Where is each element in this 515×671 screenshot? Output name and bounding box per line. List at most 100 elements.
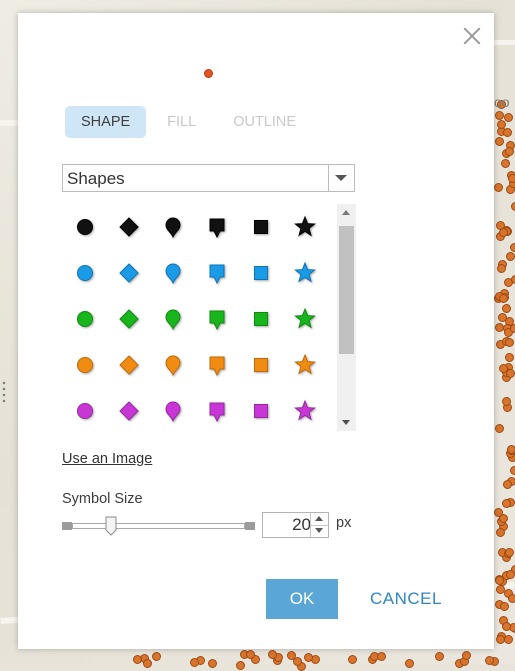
map-point-marker xyxy=(497,264,507,274)
scroll-thumb[interactable] xyxy=(339,226,354,354)
close-icon[interactable] xyxy=(461,25,483,47)
map-point-marker xyxy=(495,111,505,121)
green-callout-symbol-icon[interactable] xyxy=(202,304,232,334)
orange-circle-symbol-icon[interactable] xyxy=(70,350,100,380)
black-circle-symbol-icon[interactable] xyxy=(70,212,100,242)
map-point-marker xyxy=(245,650,255,660)
symbol-row-black xyxy=(62,204,338,250)
map-point-marker xyxy=(435,652,445,662)
tab-fill[interactable]: FILL xyxy=(151,106,212,138)
green-star-symbol-icon[interactable] xyxy=(290,304,320,334)
map-point-marker xyxy=(506,445,515,455)
map-point-marker xyxy=(504,338,514,348)
symbol-chooser-dialog: SHAPE FILL OUTLINE Shapes Use an Image S… xyxy=(18,13,494,649)
map-point-marker xyxy=(462,651,472,661)
map-point-marker xyxy=(505,547,515,557)
green-pin-symbol-icon[interactable] xyxy=(158,304,188,334)
map-point-marker xyxy=(502,128,512,138)
orange-pin-symbol-icon[interactable] xyxy=(158,350,188,380)
symbol-size-input[interactable] xyxy=(263,513,313,537)
symbol-size-slider[interactable] xyxy=(62,516,255,538)
map-point-marker xyxy=(505,369,515,379)
purple-square-symbol-icon[interactable] xyxy=(246,396,276,426)
blue-pin-symbol-icon[interactable] xyxy=(158,258,188,288)
blue-callout-symbol-icon[interactable] xyxy=(202,258,232,288)
black-star-symbol-icon[interactable] xyxy=(290,212,320,242)
purple-star-symbol-icon[interactable] xyxy=(290,396,320,426)
map-point-marker xyxy=(502,479,512,489)
blue-circle-symbol-icon[interactable] xyxy=(70,258,100,288)
blue-star-symbol-icon[interactable] xyxy=(290,258,320,288)
map-point-marker xyxy=(208,658,218,668)
map-point-marker xyxy=(503,113,513,122)
slider-track[interactable] xyxy=(72,523,245,529)
map-point-marker xyxy=(377,652,387,662)
symbol-row-orange xyxy=(62,342,338,388)
map-point-marker xyxy=(500,602,510,612)
map-point-marker xyxy=(498,294,508,304)
symbol-grid xyxy=(62,204,338,431)
map-point-marker xyxy=(508,173,515,183)
map-point-marker xyxy=(152,651,162,661)
map-point-marker xyxy=(501,397,511,407)
symbol-preview xyxy=(204,69,213,78)
symbol-row-green xyxy=(62,296,338,342)
slider-thumb[interactable] xyxy=(105,516,117,536)
map-point-marker xyxy=(510,242,515,252)
black-diamond-symbol-icon[interactable] xyxy=(114,212,144,242)
green-diamond-symbol-icon[interactable] xyxy=(114,304,144,334)
slider-min-cap xyxy=(62,522,72,530)
symbol-category-value: Shapes xyxy=(67,169,125,188)
symbol-tabs: SHAPE FILL OUTLINE xyxy=(65,106,317,138)
tab-outline[interactable]: OUTLINE xyxy=(217,106,312,138)
map-point-marker xyxy=(511,202,515,212)
orange-star-symbol-icon[interactable] xyxy=(290,350,320,380)
purple-callout-symbol-icon[interactable] xyxy=(202,396,232,426)
green-circle-symbol-icon[interactable] xyxy=(70,304,100,334)
scroll-up-arrow-icon[interactable] xyxy=(337,204,356,221)
symbol-size-stepper[interactable] xyxy=(262,512,329,538)
map-point-marker xyxy=(494,183,504,193)
black-pin-symbol-icon[interactable] xyxy=(158,212,188,242)
chevron-down-icon[interactable] xyxy=(328,165,354,191)
orange-square-symbol-icon[interactable] xyxy=(246,350,276,380)
map-point-marker xyxy=(236,660,246,670)
decrement-arrow-icon[interactable] xyxy=(310,525,328,537)
symbol-category-select[interactable]: Shapes xyxy=(62,164,355,192)
use-an-image-link[interactable]: Use an Image xyxy=(62,451,152,467)
symbol-grid-panel xyxy=(62,204,356,431)
drag-handle-icon[interactable] xyxy=(2,380,6,404)
map-point-marker xyxy=(510,466,515,476)
slider-max-cap xyxy=(245,522,255,530)
map-point-marker xyxy=(143,658,153,668)
blue-diamond-symbol-icon[interactable] xyxy=(114,258,144,288)
orange-callout-symbol-icon[interactable] xyxy=(202,350,232,380)
ok-button[interactable]: OK xyxy=(266,579,338,619)
map-point-marker xyxy=(498,227,508,237)
cancel-button[interactable]: CANCEL xyxy=(370,579,442,619)
map-point-marker xyxy=(189,657,199,667)
map-point-marker xyxy=(501,158,511,168)
map-road xyxy=(494,40,515,45)
map-point-marker xyxy=(293,656,303,666)
map-point-marker xyxy=(504,353,514,363)
purple-circle-symbol-icon[interactable] xyxy=(70,396,100,426)
purple-diamond-symbol-icon[interactable] xyxy=(114,396,144,426)
map-point-marker xyxy=(505,569,515,579)
black-square-symbol-icon[interactable] xyxy=(246,212,276,242)
scroll-down-arrow-icon[interactable] xyxy=(337,414,356,431)
map-point-marker xyxy=(494,424,504,434)
map-point-marker xyxy=(347,654,357,664)
map-point-marker xyxy=(497,312,507,322)
map-point-marker xyxy=(496,528,506,538)
map-point-marker xyxy=(505,146,515,156)
blue-square-symbol-icon[interactable] xyxy=(246,258,276,288)
green-square-symbol-icon[interactable] xyxy=(246,304,276,334)
orange-diamond-symbol-icon[interactable] xyxy=(114,350,144,380)
size-unit-label: px xyxy=(336,515,352,531)
symbol-row-blue xyxy=(62,250,338,296)
black-callout-symbol-icon[interactable] xyxy=(202,212,232,242)
tab-shape[interactable]: SHAPE xyxy=(65,106,147,138)
symbol-grid-scrollbar[interactable] xyxy=(337,204,356,431)
purple-pin-symbol-icon[interactable] xyxy=(158,396,188,426)
